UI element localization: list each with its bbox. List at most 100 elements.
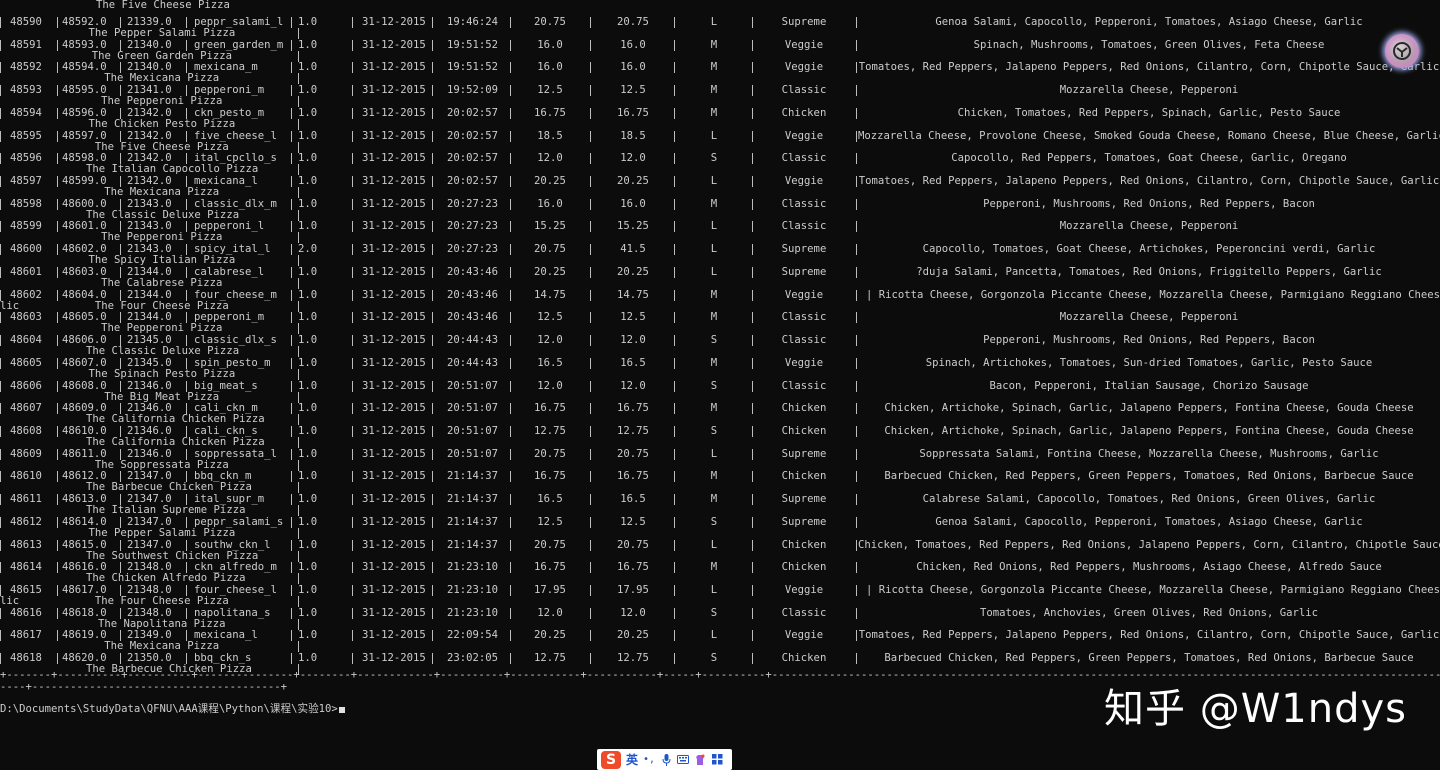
keyboard-icon[interactable] [677,754,690,766]
punctuation-icon[interactable]: •, [643,754,655,766]
column-divider [510,653,511,665]
cell-date: 31-12-2015 [362,606,426,619]
command-prompt[interactable]: D:\Documents\StudyData\QFNU\AAA课程\Python… [0,704,345,715]
cell-pizza: southw_ckn_l [194,538,271,551]
table-row: 48615 48617.0 21348.0 four_cheese_l 1.0 31-12… [0,579,1440,607]
cell-size: L [710,447,718,460]
assistant-floating-ball-icon[interactable] [1385,34,1419,68]
cell-date: 31-12-2015 [362,243,426,256]
cell-qty: 1.0 [298,561,318,574]
column-divider [590,39,591,51]
cell-time: 21:23:10 [447,606,499,619]
cell-order: 21344.0 [127,288,172,301]
cell-id: 48596 [10,152,42,165]
column-divider [0,107,1,119]
column-divider [752,653,753,665]
cell-size: L [710,538,718,551]
column-divider [0,539,1,551]
column-divider [432,107,433,119]
column-divider [674,153,675,165]
cell-ingredients: Bacon, Pepperoni, Italian Sausage, Chori… [989,379,1309,392]
cell-total: 16.5 [620,356,646,369]
cell-id: 48592 [10,61,42,74]
column-divider [590,403,591,415]
column-divider [856,153,857,165]
cell-size: M [710,356,718,369]
skin-icon[interactable] [694,754,706,766]
column-divider [752,539,753,551]
column-divider [856,471,857,483]
cell-size: L [710,584,718,596]
cell-time: 20:44:43 [447,334,499,347]
column-divider [291,85,292,97]
column-divider [674,471,675,483]
column-divider [674,266,675,278]
cell-unit: 16.0 [537,38,563,51]
column-divider [57,380,58,392]
cell-date: 31-12-2015 [362,379,426,392]
ime-toolbar[interactable]: S 英 •, [597,749,732,770]
toolbox-grid-icon[interactable] [711,754,723,766]
cell-qty: 1.0 [298,84,318,97]
cell-size: M [710,402,718,415]
column-divider [856,39,857,51]
cell-id: 48607 [10,402,42,415]
microphone-icon[interactable] [660,753,672,766]
column-divider [752,312,753,324]
column-divider [57,562,58,574]
table-row: 48600 48602.0 21343.0 spicy_ital_l 2.0 31-12-… [0,238,1440,267]
column-divider [856,539,857,551]
cell-id: 48613 [10,538,42,551]
column-divider [352,312,353,324]
cell-time: 20:43:46 [447,265,499,278]
cell-ingredients: Chicken, Tomatoes, Red Peppers, Spinach,… [957,106,1341,119]
cell-size: M [710,288,718,301]
column-divider [674,17,675,28]
column-divider [57,403,58,415]
console-window[interactable]: The Five Cheese Pizza 48590 48592.0 21339.… [0,0,1440,770]
table-row: 48591 48593.0 21340.0 green_garden_m 1.0 31-1… [0,34,1440,62]
column-divider [674,653,675,665]
cell-qty: 1.0 [298,175,318,188]
ime-language-toggle[interactable]: 英 [626,751,638,768]
cell-category: Chicken [781,538,827,551]
column-divider [352,471,353,483]
column-divider [510,266,511,278]
cell-pizza: four_cheese_m [194,288,277,301]
cell-category: Chicken [781,652,827,665]
cell-category: Veggie [784,584,824,596]
cell-unit: 20.75 [534,538,566,551]
column-divider [0,198,1,210]
sogou-logo-icon[interactable]: S [601,750,621,769]
cell-total: 17.95 [617,584,649,596]
column-divider [432,266,433,278]
cell-qty: 1.0 [298,424,318,437]
column-divider [57,153,58,165]
cell-unit: 12.0 [537,152,563,165]
column-divider [674,221,675,233]
column-divider [752,403,753,415]
cell-time: 20:27:23 [447,243,499,256]
cell-category: Chicken [781,470,827,483]
column-divider [352,630,353,642]
cell-qty: 1.0 [298,38,318,51]
cell-ingredients: Tomatoes, Anchovies, Green Olives, Red O… [979,606,1319,619]
column-divider [291,403,292,415]
column-divider [752,244,753,256]
column-divider [291,425,292,437]
column-divider [510,357,511,369]
cell-time: 21:14:37 [447,538,499,551]
cell-unit: 16.0 [537,197,563,210]
cell-time: 20:43:46 [447,288,499,301]
cell-qty: 1.0 [298,470,318,483]
cell-id: 48606 [10,379,42,392]
cell-order: 21346.0 [127,379,172,392]
column-divider [432,357,433,369]
column-divider [856,630,857,642]
column-divider [752,357,753,369]
column-divider [291,562,292,574]
column-divider [352,357,353,369]
column-divider [752,221,753,233]
column-divider [510,85,511,97]
cell-order: 21347.0 [127,538,172,551]
